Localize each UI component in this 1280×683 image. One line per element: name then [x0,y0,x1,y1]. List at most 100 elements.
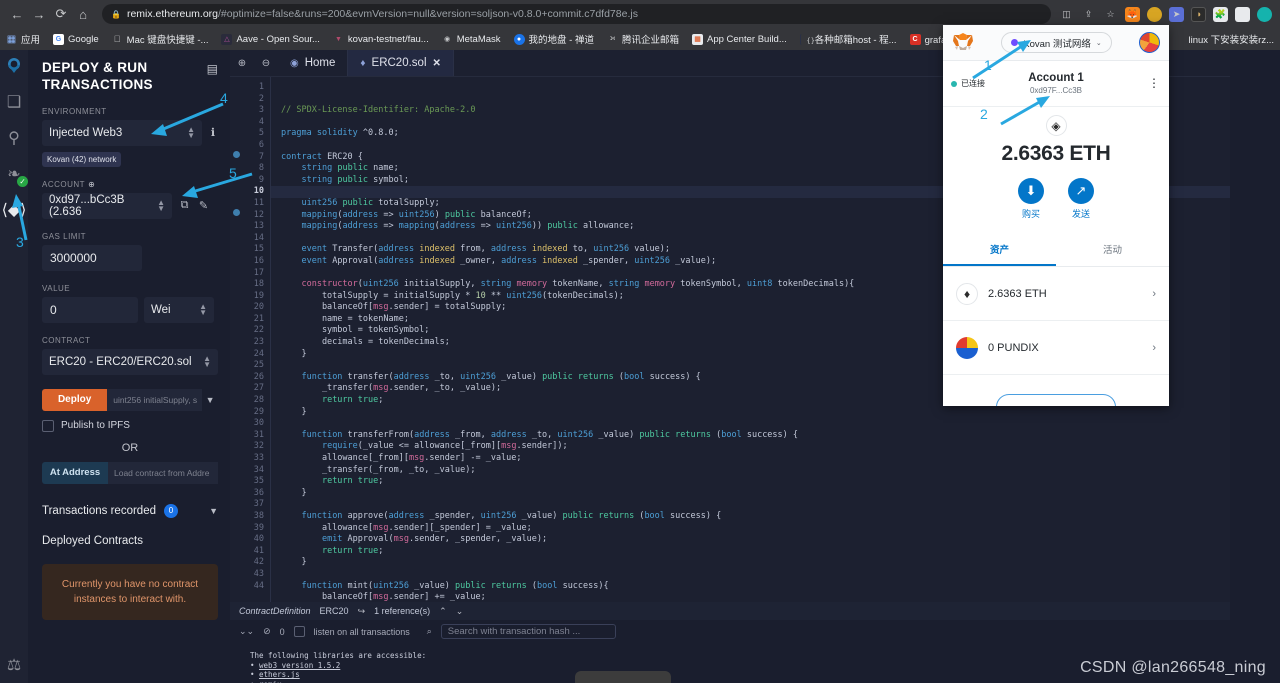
bookmark-appcenter[interactable]: ▦ App Center Build... [692,33,787,45]
bookmark-linux-rz[interactable]: linux 下安装安装rz... [1173,32,1274,46]
import-tokens-button[interactable] [996,394,1116,406]
reload-icon[interactable]: ⟳ [50,3,72,25]
zoom-out-icon[interactable]: ⊖ [254,50,278,76]
bookmark-google[interactable]: G Google [53,33,99,45]
value-unit-value: Wei [151,303,171,316]
environment-value: Injected Web3 [49,126,123,139]
send-button[interactable]: ↗ 发送 [1068,178,1094,220]
breakpoint-gutter[interactable] [230,77,242,602]
file-explorer-icon[interactable]: ❑ [4,92,24,112]
sign-message-icon[interactable]: ✎ [197,199,210,212]
collapse-terminal-icon[interactable]: ⌄⌄ [239,626,254,637]
buy-button[interactable]: ⬇ 购买 [1018,178,1044,220]
profile-avatar-icon[interactable] [1257,6,1272,22]
value-input[interactable]: 0 [42,296,138,323]
asset-row-pundix[interactable]: 0 PUNDIX › [943,321,1169,375]
gas-limit-input[interactable]: 3000000 [42,244,142,271]
account-info[interactable]: Account 1 0xd97F...Cc3B [1028,72,1084,95]
solidity-compiler-icon[interactable]: ❧ ✓ [4,164,28,187]
aave-icon: △ [221,33,233,45]
metamask-network-selector[interactable]: Kovan 测试网络 ⌄ [1001,32,1112,53]
environment-info-icon[interactable]: ℹ [208,126,218,139]
bookmark-star-icon[interactable]: ☆ [1103,7,1118,22]
puzzle-extensions-icon[interactable]: 🧩 [1213,6,1228,22]
tab-activity[interactable]: 活动 [1056,234,1169,266]
line-number: 30 [253,418,264,429]
contract-select[interactable]: ERC20 - ERC20/ERC20.sol ▲ ▼ [42,348,218,375]
publish-ipfs-row[interactable]: Publish to IPFS [42,419,218,432]
breakpoint-marker[interactable] [233,209,240,216]
pundix-token-icon [956,336,978,359]
library-link[interactable]: ethers.js [259,670,300,679]
no-contracts-message: Currently you have no contract instances… [42,563,218,620]
darkreader-extension-icon[interactable]: ◑ [1191,6,1206,22]
bookmark-mac-shortcuts[interactable]:  Mac 键盘快捷键 -... [112,32,209,46]
account-identicon[interactable] [1138,32,1160,53]
tab-erc20-sol[interactable]: ♦ ERC20.sol ✕ [348,50,454,76]
publish-ipfs-label: Publish to IPFS [61,420,130,432]
bookmark-kovan-faucet[interactable]: ▼ kovan-testnet/fau... [333,34,429,45]
bookmark-zentao[interactable]: ● 我的地盘 - 禅道 [513,32,594,46]
jump-to-definition-icon[interactable]: ↪ [358,606,366,617]
account-select[interactable]: 0xd97...bCc3B (2.636 ▲ ▼ [42,192,172,219]
deploy-row: Deploy uint256 initialSupply, s ▼ [42,388,218,411]
bookmark-label: 应用 [21,35,41,46]
screencast-icon[interactable]: ◫ [1059,7,1074,22]
home-icon[interactable]: ⌂ [72,3,94,25]
back-icon[interactable]: ← [6,3,28,25]
deploy-run-icon[interactable]: ⟨◆⟩ [2,200,27,220]
metamask-account-address[interactable]: 0xd97F...Cc3B [1028,86,1084,95]
documentation-icon[interactable]: ▤ [207,62,218,76]
bookmark-aave[interactable]: △ Aave - Open Sour... [221,33,320,45]
next-reference-icon[interactable]: ⌄ [456,606,464,617]
terminal-toolbar: ⌄⌄ ⊘ 0 listen on all transactions ⌕ Sear… [230,620,1230,643]
line-number: 41 [253,545,264,556]
value-unit-select[interactable]: Wei ▲ ▼ [144,296,214,323]
pointer-extension-icon[interactable]: ➤ [1169,6,1184,22]
address-bar[interactable]: 🔒 remix.ethereum.org/#optimize=false&run… [102,4,1051,24]
load-contract-input[interactable]: Load contract from Addre [108,461,218,484]
expand-constructor-icon[interactable]: ▼ [202,389,218,411]
transaction-hash-search-input[interactable]: Search with transaction hash ... [440,624,616,639]
clear-terminal-icon[interactable]: ⊘ [263,626,271,637]
tencent-mail-icon: ⟕ [609,35,616,42]
bookmark-apps[interactable]: ▦ 应用 [6,32,41,47]
connected-dot-icon [951,80,957,87]
library-link[interactable]: web3 version 1.5.2 [259,661,340,670]
deploy-button[interactable]: Deploy [42,388,108,411]
at-address-button[interactable]: At Address [42,461,108,484]
deploy-args-input[interactable]: uint256 initialSupply, s [107,388,203,411]
publish-ipfs-checkbox[interactable] [42,419,54,432]
search-icon[interactable]: ⚲ [4,128,24,148]
add-account-icon[interactable]: ⊕ [88,180,95,189]
close-tab-icon[interactable]: ✕ [433,58,441,69]
line-number: 24 [253,348,264,359]
gas-limit-label: GAS LIMIT [42,231,87,241]
tab-home[interactable]: ◉ Home [278,50,349,76]
listen-all-transactions-checkbox[interactable] [293,626,305,637]
line-number: 12 [253,209,264,220]
share-icon[interactable]: ⇪ [1081,7,1096,22]
zoom-in-icon[interactable]: ⊕ [230,50,254,76]
environment-select[interactable]: Injected Web3 ▲ ▼ [42,119,202,146]
bookmark-mail-host[interactable]: {} 各种邮箱host - 程... [799,32,897,46]
sidepanel-icon[interactable] [1235,6,1250,22]
wallet-extension-icon[interactable] [1147,6,1162,22]
account-options-icon[interactable]: ⋮ [1148,77,1160,90]
transactions-recorded-section[interactable]: Transactions recorded 0 ▼ [42,503,218,518]
bookmark-tencent-mail[interactable]: ⟕ 腾讯企业邮箱 [607,32,679,46]
prev-reference-icon[interactable]: ⌃ [439,606,447,617]
breakpoint-marker[interactable] [233,151,240,158]
remix-home-icon[interactable] [4,56,24,76]
plugin-manager-icon[interactable]: ⚖ [0,655,28,675]
at-address-row: At Address Load contract from Addre [42,461,218,484]
bookmark-metamask[interactable]: ◉ MetaMask [442,34,500,45]
forward-icon[interactable]: → [28,3,50,25]
chevron-down-icon[interactable]: ▼ [209,506,218,516]
tab-assets[interactable]: 资产 [943,234,1056,266]
url-path: /#optimize=false&runs=200&evmVersion=nul… [218,8,638,20]
copy-address-icon[interactable]: ⧉ [178,199,191,212]
transactions-recorded-label: Transactions recorded [42,504,156,517]
metamask-extension-icon[interactable]: 🦊 [1125,6,1140,22]
asset-row-eth[interactable]: ♦ 2.6363 ETH › [943,267,1169,321]
